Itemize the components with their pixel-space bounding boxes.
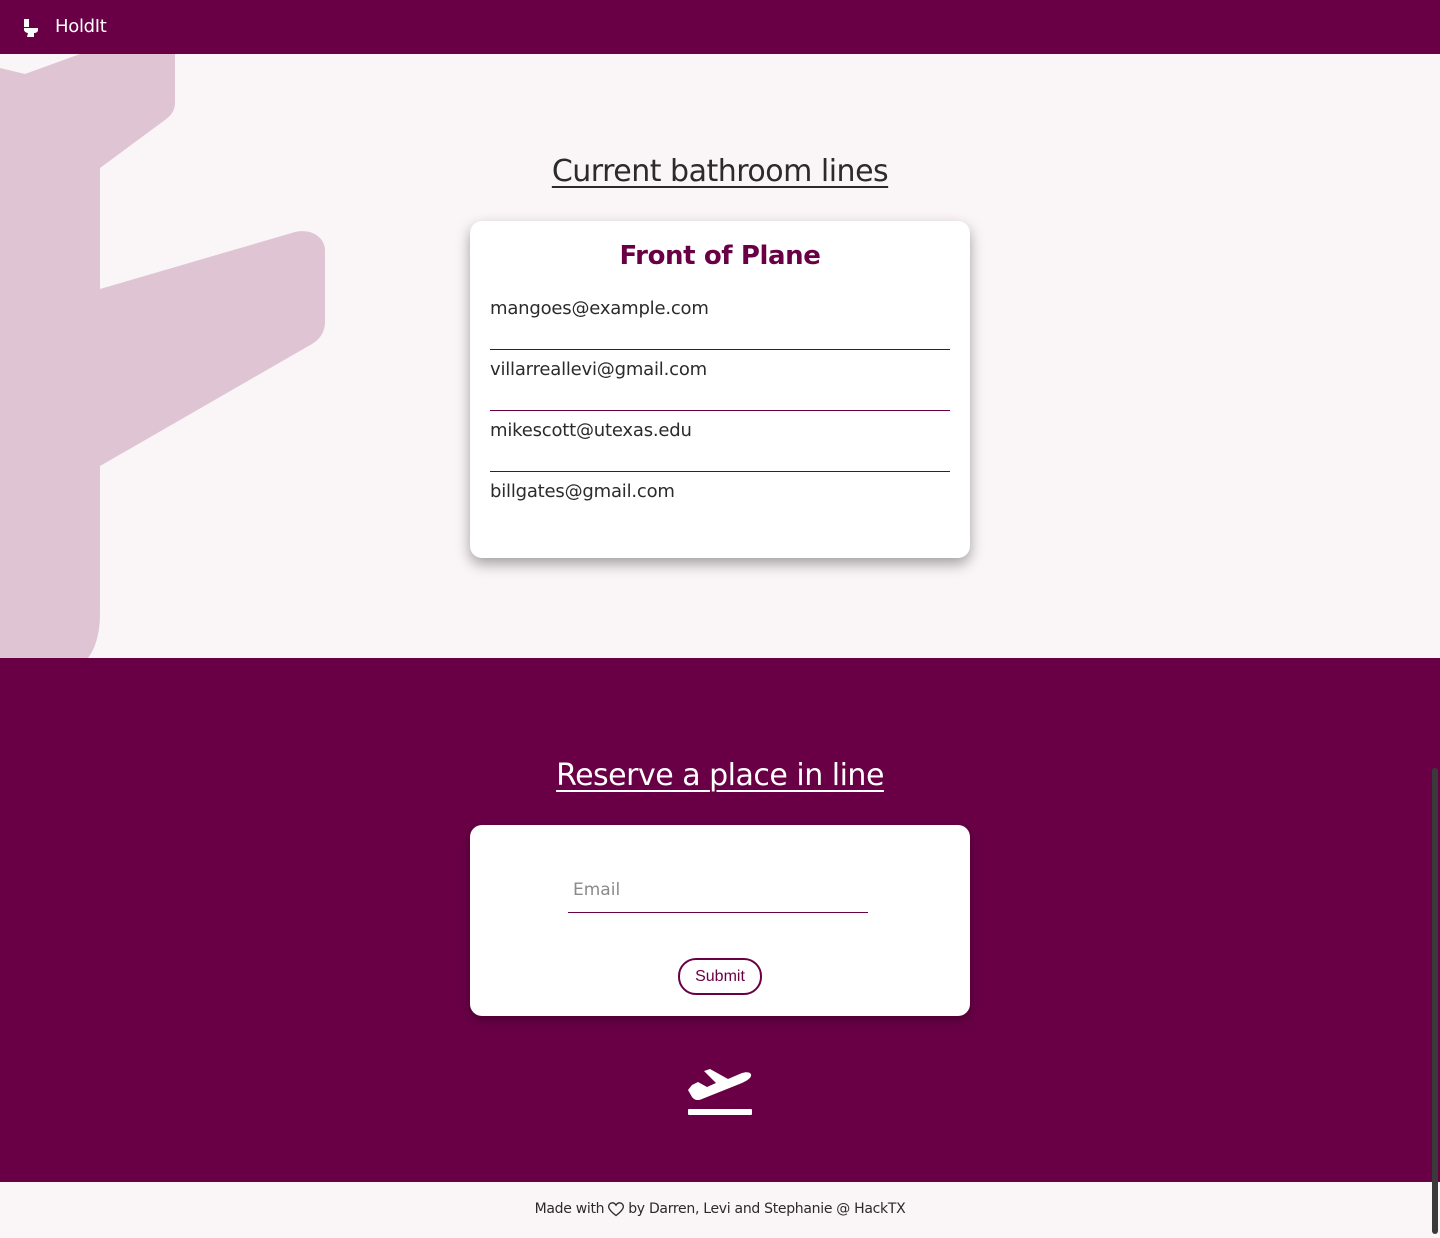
lines-title: Current bathroom lines <box>551 154 889 189</box>
queue-name: Front of Plane <box>619 241 821 271</box>
airplane-takeoff-icon <box>688 1069 752 1115</box>
brand-name[interactable]: HoldIt <box>55 16 107 37</box>
submit-button[interactable]: Submit <box>678 958 762 995</box>
credits-text: by Darren, Levi and Stephanie @ HackTX <box>628 1201 906 1217</box>
queue-entry: mangoes@example.com <box>490 289 950 350</box>
lines-section: Current bathroom lines Front of Plane ma… <box>0 54 1440 658</box>
reserve-form: Submit <box>470 825 970 1016</box>
heart-icon <box>608 1201 625 1216</box>
plane-decoration-icon <box>0 54 325 658</box>
scrollbar-thumb[interactable] <box>1432 768 1438 1234</box>
queue-entry: mikescott@utexas.edu <box>490 411 950 472</box>
toilet-icon[interactable] <box>24 19 38 37</box>
email-input[interactable] <box>568 867 868 913</box>
footer: Made with by Darren, Levi and Stephanie … <box>0 1182 1440 1238</box>
queue-card: Front of Plane mangoes@example.com villa… <box>470 221 970 558</box>
reserve-title: Reserve a place in line <box>556 758 884 793</box>
queue-entry: billgates@gmail.com <box>490 481 675 502</box>
reserve-section: Reserve a place in line Submit <box>0 658 1440 1182</box>
navbar: HoldIt <box>0 0 1440 54</box>
queue-entry: villarreallevi@gmail.com <box>490 350 950 411</box>
footer-credits: Made with by Darren, Levi and Stephanie … <box>535 1201 906 1217</box>
made-with-text: Made with <box>534 1201 605 1217</box>
queue-list: mangoes@example.com villarreallevi@gmail… <box>490 289 950 533</box>
